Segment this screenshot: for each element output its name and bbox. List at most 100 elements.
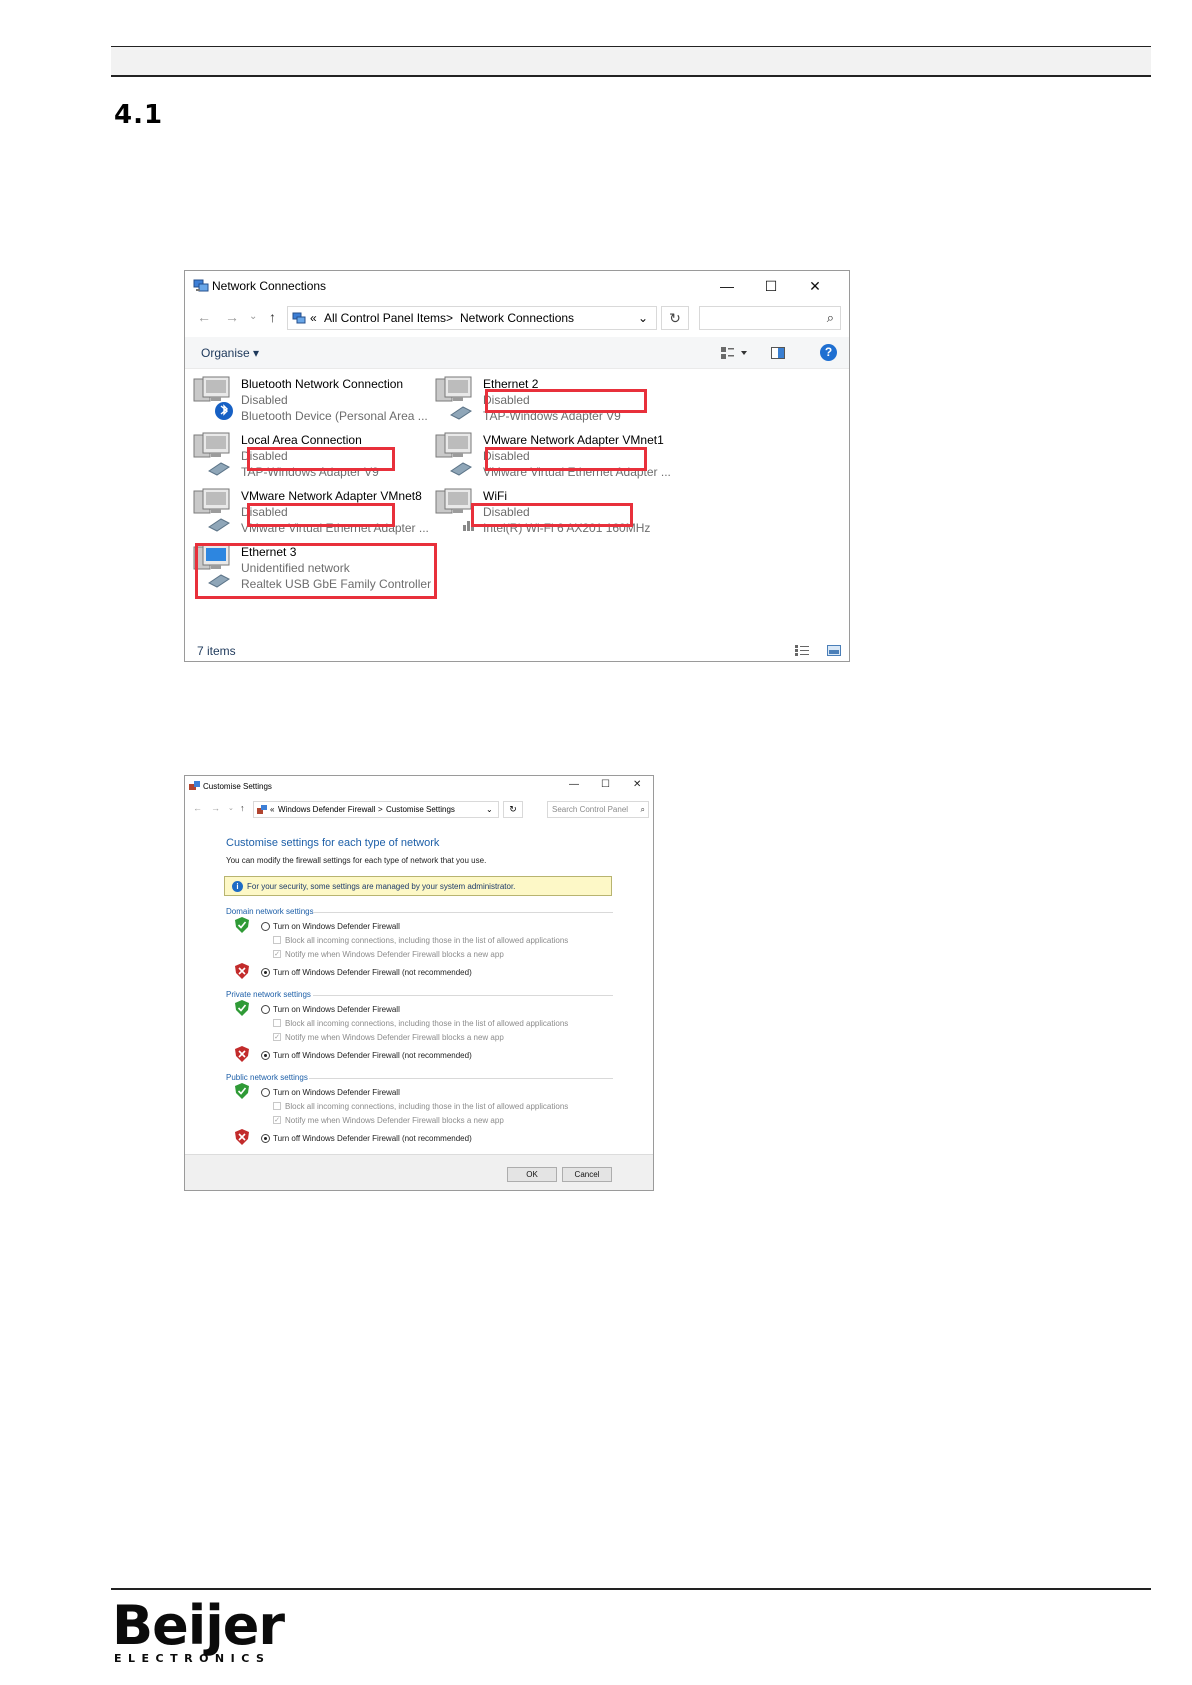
connection-name: VMware Network Adapter VMnet8 xyxy=(241,489,422,503)
domain-turn-on-radio[interactable] xyxy=(261,922,270,931)
address-dropdown-icon[interactable]: ⌄ xyxy=(638,311,648,325)
section-divider xyxy=(313,912,613,913)
large-icons-view-icon[interactable] xyxy=(827,645,841,656)
private-block-all-checkbox[interactable] xyxy=(273,1019,281,1027)
public-block-all-label: Block all incoming connections, includin… xyxy=(285,1102,569,1111)
title-bar: Network Connections — ☐ ✕ xyxy=(185,271,849,301)
status-bar-item-count: 7 items xyxy=(197,644,236,658)
connection-status: Disabled xyxy=(241,393,288,407)
domain-block-all-checkbox[interactable] xyxy=(273,936,281,944)
highlight-box xyxy=(247,447,395,471)
maximize-button[interactable]: ☐ xyxy=(749,275,793,297)
network-connections-window: Network Connections — ☐ ✕ ← → ⌄ ↑ « All … xyxy=(184,270,850,662)
private-turn-on-radio[interactable] xyxy=(261,1005,270,1014)
public-turn-off-radio[interactable] xyxy=(261,1134,270,1143)
section-divider xyxy=(313,995,613,996)
refresh-button[interactable]: ↻ xyxy=(661,306,689,330)
up-arrow-icon[interactable]: ↑ xyxy=(269,309,276,325)
ok-button[interactable]: OK xyxy=(507,1167,557,1182)
private-turn-on-label: Turn on Windows Defender Firewall xyxy=(273,1005,400,1014)
search-icon: ⌕ xyxy=(640,805,645,814)
close-button[interactable]: ✕ xyxy=(633,779,641,790)
back-arrow-icon[interactable]: ← xyxy=(197,309,211,325)
public-turn-on-radio[interactable] xyxy=(261,1088,270,1097)
shield-green-icon xyxy=(235,1083,249,1099)
change-view-icon[interactable] xyxy=(721,347,749,359)
command-bar: Organise ▾ ? xyxy=(185,337,849,369)
info-banner-text: For your security, some settings are man… xyxy=(247,882,516,891)
breadcrumb-network-connections[interactable]: Network Connections xyxy=(460,311,574,325)
recent-locations-icon[interactable]: ⌄ xyxy=(249,311,257,322)
address-dropdown-icon[interactable]: ⌄ xyxy=(486,805,493,814)
domain-turn-off-radio[interactable] xyxy=(261,968,270,977)
private-network-settings-heading: Private network settings xyxy=(226,990,311,999)
forward-arrow-icon[interactable]: → xyxy=(225,309,239,325)
info-icon: i xyxy=(232,881,243,892)
forward-arrow-icon[interactable]: → xyxy=(211,803,220,813)
title-bar: Customise Settings — ☐ ✕ xyxy=(185,776,653,796)
address-bar[interactable]: « Windows Defender Firewall > Customise … xyxy=(253,801,499,818)
search-input[interactable]: Search Control Panel ⌕ xyxy=(547,801,649,818)
connection-item-bluetooth[interactable]: Bluetooth Network Connection Disabled Bl… xyxy=(191,375,431,429)
domain-turn-on-label: Turn on Windows Defender Firewall xyxy=(273,922,400,931)
footer-rule xyxy=(111,1588,1151,1590)
connection-name: Local Area Connection xyxy=(241,433,362,447)
public-notify-label: Notify me when Windows Defender Firewall… xyxy=(285,1116,504,1125)
maximize-button[interactable]: ☐ xyxy=(601,779,610,790)
logo-wordmark: Beijer xyxy=(112,1594,285,1657)
connection-name: Bluetooth Network Connection xyxy=(241,377,404,391)
details-view-icon[interactable] xyxy=(795,645,809,656)
private-turn-off-label: Turn off Windows Defender Firewall (not … xyxy=(273,1051,472,1060)
control-panel-icon xyxy=(292,312,306,324)
address-bar[interactable]: « All Control Panel Items > Network Conn… xyxy=(287,306,657,330)
highlight-box xyxy=(471,503,633,527)
connection-device: Bluetooth Device (Personal Area ... xyxy=(241,409,428,423)
ethernet-adapter-icon xyxy=(435,376,472,420)
logo-subtitle: ELECTRONICS xyxy=(114,1652,271,1665)
private-turn-off-radio[interactable] xyxy=(261,1051,270,1060)
highlight-box xyxy=(485,447,647,471)
firewall-icon xyxy=(189,781,200,790)
public-turn-on-label: Turn on Windows Defender Firewall xyxy=(273,1088,400,1097)
public-block-all-checkbox[interactable] xyxy=(273,1102,281,1110)
window-title: Customise Settings xyxy=(203,782,272,791)
page-heading: Customise settings for each type of netw… xyxy=(226,837,440,849)
beijer-electronics-logo: Beijer ELECTRONICS xyxy=(112,1594,285,1666)
public-notify-checkbox[interactable]: ✓ xyxy=(273,1116,281,1124)
up-arrow-icon[interactable]: ↑ xyxy=(240,803,245,813)
breadcrumb-all-control-panel-items[interactable]: All Control Panel Items xyxy=(324,311,446,325)
cancel-button[interactable]: Cancel xyxy=(562,1167,612,1182)
recent-locations-icon[interactable]: ⌄ xyxy=(228,804,234,812)
info-banner: i For your security, some settings are m… xyxy=(224,876,612,896)
network-connections-icon xyxy=(193,279,209,292)
section-divider xyxy=(309,1078,613,1079)
domain-block-all-label: Block all incoming connections, includin… xyxy=(285,936,569,945)
back-arrow-icon[interactable]: ← xyxy=(193,803,202,813)
preview-pane-icon[interactable] xyxy=(771,347,785,359)
help-icon[interactable]: ? xyxy=(820,344,837,361)
highlight-box xyxy=(485,389,647,413)
address-prefix: « xyxy=(310,311,317,325)
domain-network-settings-heading: Domain network settings xyxy=(226,907,314,916)
search-input[interactable]: ⌕ xyxy=(699,306,841,330)
minimize-button[interactable]: — xyxy=(705,275,749,297)
header-bar xyxy=(111,46,1151,77)
domain-notify-label: Notify me when Windows Defender Firewall… xyxy=(285,950,504,959)
dialog-footer: OK Cancel xyxy=(185,1154,653,1190)
private-notify-checkbox[interactable]: ✓ xyxy=(273,1033,281,1041)
breadcrumb-windows-defender-firewall[interactable]: Windows Defender Firewall xyxy=(278,805,375,814)
ethernet-adapter-icon xyxy=(193,488,230,532)
refresh-button[interactable]: ↻ xyxy=(503,801,523,818)
breadcrumb-customise-settings[interactable]: Customise Settings xyxy=(386,805,455,814)
domain-notify-checkbox[interactable]: ✓ xyxy=(273,950,281,958)
private-notify-label: Notify me when Windows Defender Firewall… xyxy=(285,1033,504,1042)
close-button[interactable]: ✕ xyxy=(793,275,837,297)
breadcrumb-separator: > xyxy=(446,311,454,325)
bluetooth-adapter-icon xyxy=(193,376,233,420)
organise-menu[interactable]: Organise ▾ xyxy=(201,346,259,360)
public-turn-off-label: Turn off Windows Defender Firewall (not … xyxy=(273,1134,472,1143)
shield-green-icon xyxy=(235,1000,249,1016)
minimize-button[interactable]: — xyxy=(569,779,579,790)
shield-red-icon xyxy=(235,963,249,979)
ethernet-adapter-icon xyxy=(193,432,230,476)
